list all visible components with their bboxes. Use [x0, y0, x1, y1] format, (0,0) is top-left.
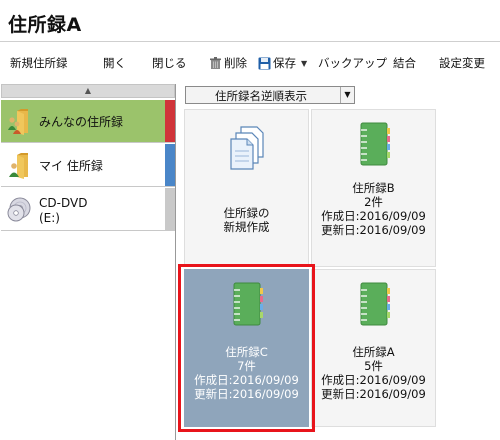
toolbar: 新規住所録 開く 閉じる 削除 保存 ▼ バックアップ 結合 設定変更 — [0, 42, 500, 82]
save-button[interactable]: 保存 ▼ — [258, 55, 307, 71]
open-button[interactable]: 開く — [103, 55, 126, 71]
merge-button[interactable]: 結合 — [393, 55, 416, 71]
updated-date: 更新日:2016/09/09 — [321, 387, 426, 401]
new-label: 新規住所録 — [10, 56, 68, 70]
card-address-book-b[interactable]: 住所録B 2件 作成日:2016/09/09 更新日:2016/09/09 — [311, 109, 436, 267]
scroll-up-arrow-icon[interactable]: ▲ — [1, 84, 175, 98]
sidebar-item-label: みんなの住所録 — [39, 115, 124, 129]
chevron-down-icon[interactable]: ▼ — [340, 87, 354, 103]
sidebar-item-cd-dvd-drive[interactable]: CD-DVD (E:) — [1, 188, 175, 231]
close-label: 閉じる — [152, 56, 187, 70]
save-label: 保存 — [273, 56, 296, 70]
sort-order-dropdown[interactable]: 住所録名逆順表示 ▼ — [185, 86, 355, 104]
color-tag-gray — [165, 188, 175, 230]
new-address-book-button[interactable]: 新規住所録 — [10, 55, 68, 71]
new-documents-icon — [230, 126, 264, 170]
drive-name: CD-DVD — [39, 196, 88, 210]
card-label-line2: 新規作成 — [223, 220, 270, 234]
sidebar-item-shared-address-books[interactable]: みんなの住所録 — [1, 100, 175, 143]
sort-order-value: 住所録名逆順表示 — [215, 89, 307, 103]
created-date: 作成日:2016/09/09 — [321, 373, 426, 387]
save-dropdown-caret-icon[interactable]: ▼ — [301, 59, 307, 68]
entry-count: 5件 — [364, 359, 383, 373]
selection-highlight-frame — [178, 264, 315, 432]
created-date: 作成日:2016/09/09 — [321, 209, 426, 223]
merge-label: 結合 — [393, 56, 416, 70]
address-book-name: 住所録A — [352, 345, 395, 359]
address-book-grid: 住所録名逆順表示 ▼ 住所録の 新規作成 住所録B 2件 作成日:2016/09… — [177, 84, 500, 440]
floppy-disk-icon — [258, 57, 271, 69]
folder-person-icon — [9, 153, 28, 179]
address-book-sidebar: ▲ みんなの住所録 マイ 住所録 CD-DVD (E:) — [0, 84, 176, 440]
color-tag-blue — [165, 144, 175, 186]
backup-label: バックアップ — [318, 56, 387, 70]
open-label: 開く — [103, 56, 126, 70]
delete-button[interactable]: 削除 — [209, 55, 247, 71]
settings-button[interactable]: 設定変更 — [439, 55, 485, 71]
drive-letter: (E:) — [39, 211, 60, 225]
card-address-book-a[interactable]: 住所録A 5件 作成日:2016/09/09 更新日:2016/09/09 — [311, 269, 436, 427]
entry-count: 2件 — [364, 195, 383, 209]
sidebar-item-label: マイ 住所録 — [39, 159, 103, 173]
window-title: 住所録A — [8, 14, 82, 36]
card-new-address-book[interactable]: 住所録の 新規作成 — [184, 109, 309, 267]
updated-date: 更新日:2016/09/09 — [321, 223, 426, 237]
card-label-line1: 住所録の — [223, 206, 270, 220]
sidebar-item-label: CD-DVD (E:) — [39, 196, 87, 226]
color-tag-red — [165, 100, 175, 142]
address-book-icon — [360, 122, 390, 166]
close-button[interactable]: 閉じる — [152, 55, 187, 71]
address-book-icon — [360, 282, 390, 326]
trash-icon — [210, 56, 221, 69]
cd-dvd-icon — [7, 197, 31, 222]
settings-label: 設定変更 — [439, 56, 485, 70]
sidebar-item-my-address-books[interactable]: マイ 住所録 — [1, 144, 175, 187]
backup-button[interactable]: バックアップ — [318, 55, 387, 71]
address-book-name: 住所録B — [352, 181, 395, 195]
folder-people-icon — [8, 109, 28, 135]
window-title-bar: 住所録A — [0, 0, 500, 42]
delete-label: 削除 — [224, 56, 247, 70]
